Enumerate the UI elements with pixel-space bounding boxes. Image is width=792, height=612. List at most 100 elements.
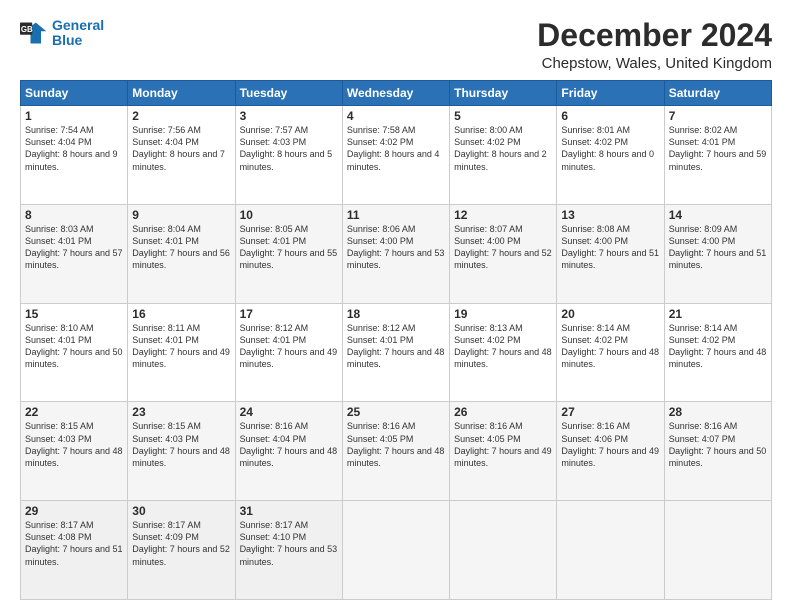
calendar-cell: 27 Sunrise: 8:16 AMSunset: 4:06 PMDayligh… [557,402,664,501]
calendar-cell: 23 Sunrise: 8:15 AMSunset: 4:03 PMDayligh… [128,402,235,501]
calendar-cell [342,501,449,600]
day-number: 20 [561,307,659,321]
day-number: 23 [132,405,230,419]
day-number: 18 [347,307,445,321]
day-number: 11 [347,208,445,222]
calendar-cell: 9Sunrise: 8:04 AMSunset: 4:01 PMDaylight… [128,204,235,303]
col-header-friday: Friday [557,81,664,106]
calendar-cell: 24 Sunrise: 8:16 AMSunset: 4:04 PMDayligh… [235,402,342,501]
cell-info: Sunrise: 8:01 AMSunset: 4:02 PMDaylight:… [561,125,654,171]
cell-info: Sunrise: 8:07 AMSunset: 4:00 PMDaylight:… [454,224,552,270]
day-number: 10 [240,208,338,222]
cell-info: Sunrise: 8:17 AMSunset: 4:10 PMDaylight:… [240,520,338,566]
logo-line1: General [52,17,104,33]
day-number: 31 [240,504,338,518]
cell-info: Sunrise: 8:14 AMSunset: 4:02 PMDaylight:… [669,323,767,369]
cell-info: Sunrise: 8:12 AMSunset: 4:01 PMDaylight:… [240,323,338,369]
day-number: 2 [132,109,230,123]
day-number: 25 [347,405,445,419]
col-header-sunday: Sunday [21,81,128,106]
day-number: 12 [454,208,552,222]
col-header-wednesday: Wednesday [342,81,449,106]
calendar-cell: 19 Sunrise: 8:13 AMSunset: 4:02 PMDayligh… [450,303,557,402]
main-title: December 2024 [537,18,772,53]
calendar-cell: 12 Sunrise: 8:07 AMSunset: 4:00 PMDayligh… [450,204,557,303]
calendar-cell: 7 Sunrise: 8:02 AMSunset: 4:01 PMDaylight… [664,106,771,205]
day-number: 30 [132,504,230,518]
cell-info: Sunrise: 8:04 AMSunset: 4:01 PMDaylight:… [132,224,230,270]
cell-info: Sunrise: 8:05 AMSunset: 4:01 PMDaylight:… [240,224,338,270]
calendar-cell: 16Sunrise: 8:11 AMSunset: 4:01 PMDayligh… [128,303,235,402]
day-number: 4 [347,109,445,123]
day-number: 7 [669,109,767,123]
calendar-cell: 18Sunrise: 8:12 AMSunset: 4:01 PMDayligh… [342,303,449,402]
calendar-cell: 25 Sunrise: 8:16 AMSunset: 4:05 PMDayligh… [342,402,449,501]
logo-line2: Blue [52,32,82,48]
calendar-cell: 3 Sunrise: 7:57 AMSunset: 4:03 PMDaylight… [235,106,342,205]
cell-info: Sunrise: 8:17 AMSunset: 4:08 PMDaylight:… [25,520,123,566]
day-number: 5 [454,109,552,123]
day-number: 6 [561,109,659,123]
day-number: 24 [240,405,338,419]
calendar-cell: 5 Sunrise: 8:00 AMSunset: 4:02 PMDaylight… [450,106,557,205]
day-number: 14 [669,208,767,222]
page: GB General Blue December 2024 Chepstow, … [0,0,792,612]
calendar-cell: 22Sunrise: 8:15 AMSunset: 4:03 PMDayligh… [21,402,128,501]
day-number: 26 [454,405,552,419]
calendar-cell [557,501,664,600]
cell-info: Sunrise: 8:16 AMSunset: 4:06 PMDaylight:… [561,421,659,467]
subtitle: Chepstow, Wales, United Kingdom [537,55,772,72]
calendar-table: SundayMondayTuesdayWednesdayThursdayFrid… [20,80,772,600]
cell-info: Sunrise: 8:13 AMSunset: 4:02 PMDaylight:… [454,323,552,369]
cell-info: Sunrise: 8:16 AMSunset: 4:05 PMDaylight:… [347,421,445,467]
cell-info: Sunrise: 8:14 AMSunset: 4:02 PMDaylight:… [561,323,659,369]
svg-text:GB: GB [21,26,33,35]
col-header-saturday: Saturday [664,81,771,106]
col-header-monday: Monday [128,81,235,106]
cell-info: Sunrise: 7:54 AMSunset: 4:04 PMDaylight:… [25,125,118,171]
day-number: 15 [25,307,123,321]
day-number: 19 [454,307,552,321]
cell-info: Sunrise: 7:56 AMSunset: 4:04 PMDaylight:… [132,125,225,171]
title-block: December 2024 Chepstow, Wales, United Ki… [537,18,772,72]
header: GB General Blue December 2024 Chepstow, … [20,18,772,72]
calendar-cell: 21 Sunrise: 8:14 AMSunset: 4:02 PMDayligh… [664,303,771,402]
calendar-cell: 2 Sunrise: 7:56 AMSunset: 4:04 PMDaylight… [128,106,235,205]
cell-info: Sunrise: 8:16 AMSunset: 4:07 PMDaylight:… [669,421,767,467]
calendar-cell: 10 Sunrise: 8:05 AMSunset: 4:01 PMDayligh… [235,204,342,303]
cell-info: Sunrise: 8:15 AMSunset: 4:03 PMDaylight:… [132,421,230,467]
calendar-cell: 13Sunrise: 8:08 AMSunset: 4:00 PMDayligh… [557,204,664,303]
day-number: 27 [561,405,659,419]
cell-info: Sunrise: 8:11 AMSunset: 4:01 PMDaylight:… [132,323,230,369]
calendar-cell: 1 Sunrise: 7:54 AMSunset: 4:04 PMDaylight… [21,106,128,205]
day-number: 3 [240,109,338,123]
cell-info: Sunrise: 8:03 AMSunset: 4:01 PMDaylight:… [25,224,123,270]
calendar-cell [664,501,771,600]
logo-icon: GB [20,19,48,47]
cell-info: Sunrise: 8:00 AMSunset: 4:02 PMDaylight:… [454,125,547,171]
calendar-cell: 11Sunrise: 8:06 AMSunset: 4:00 PMDayligh… [342,204,449,303]
calendar-cell: 15 Sunrise: 8:10 AMSunset: 4:01 PMDayligh… [21,303,128,402]
calendar-cell: 26 Sunrise: 8:16 AMSunset: 4:05 PMDayligh… [450,402,557,501]
cell-info: Sunrise: 7:57 AMSunset: 4:03 PMDaylight:… [240,125,333,171]
cell-info: Sunrise: 8:10 AMSunset: 4:01 PMDaylight:… [25,323,123,369]
cell-info: Sunrise: 8:02 AMSunset: 4:01 PMDaylight:… [669,125,767,171]
col-header-tuesday: Tuesday [235,81,342,106]
cell-info: Sunrise: 8:16 AMSunset: 4:04 PMDaylight:… [240,421,338,467]
day-number: 13 [561,208,659,222]
col-header-thursday: Thursday [450,81,557,106]
day-number: 29 [25,504,123,518]
day-number: 21 [669,307,767,321]
cell-info: Sunrise: 8:16 AMSunset: 4:05 PMDaylight:… [454,421,552,467]
calendar-cell: 30 Sunrise: 8:17 AMSunset: 4:09 PMDayligh… [128,501,235,600]
calendar-cell: 20 Sunrise: 8:14 AMSunset: 4:02 PMDayligh… [557,303,664,402]
cell-info: Sunrise: 7:58 AMSunset: 4:02 PMDaylight:… [347,125,440,171]
calendar-cell: 4 Sunrise: 7:58 AMSunset: 4:02 PMDaylight… [342,106,449,205]
cell-info: Sunrise: 8:17 AMSunset: 4:09 PMDaylight:… [132,520,230,566]
calendar-cell: 29 Sunrise: 8:17 AMSunset: 4:08 PMDayligh… [21,501,128,600]
logo: GB General Blue [20,18,104,49]
day-number: 1 [25,109,123,123]
calendar-cell: 17Sunrise: 8:12 AMSunset: 4:01 PMDayligh… [235,303,342,402]
calendar-cell [450,501,557,600]
cell-info: Sunrise: 8:15 AMSunset: 4:03 PMDaylight:… [25,421,123,467]
